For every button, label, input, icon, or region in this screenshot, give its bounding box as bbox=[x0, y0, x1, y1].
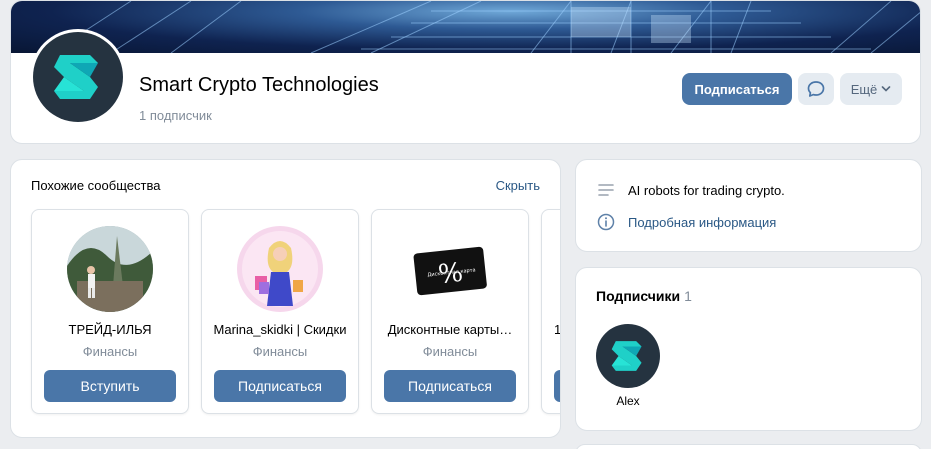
community-category: Финансы bbox=[82, 344, 138, 359]
similar-communities: Похожие сообщества Скрыть ТРЕЙД-ИЛЬЯ Фин… bbox=[10, 159, 561, 438]
members-count: 1 bbox=[684, 288, 692, 304]
community-name[interactable]: Marina_skidki | Скидки bbox=[210, 322, 350, 337]
join-button[interactable]: Вступить bbox=[44, 370, 176, 402]
subscribe-community-button[interactable] bbox=[554, 370, 560, 402]
similar-title: Похожие сообщества bbox=[31, 178, 161, 193]
member-item[interactable]: Alex bbox=[596, 324, 660, 408]
chevron-down-icon bbox=[881, 86, 891, 92]
community-avatar[interactable] bbox=[237, 226, 323, 312]
hide-link[interactable]: Скрыть bbox=[496, 178, 540, 193]
group-description: AI robots for trading crypto. bbox=[628, 182, 785, 198]
smart-crypto-logo-icon bbox=[611, 341, 642, 371]
message-button[interactable] bbox=[798, 73, 834, 105]
menu-lines-icon bbox=[596, 180, 616, 200]
subscribe-community-button[interactable]: Подписаться bbox=[214, 370, 346, 402]
community-category: Финансы bbox=[252, 344, 308, 359]
details-row[interactable]: Подробная информация bbox=[596, 212, 776, 232]
info-circle-icon bbox=[596, 212, 616, 232]
members-block: Подписчики 1 Alex bbox=[575, 267, 922, 431]
community-card[interactable]: 1 bbox=[541, 209, 560, 414]
page-title: Smart Crypto Technologies bbox=[139, 74, 379, 96]
details-link[interactable]: Подробная информация bbox=[628, 215, 776, 230]
community-name[interactable]: ТРЕЙД-ИЛЬЯ bbox=[40, 322, 180, 337]
members-title-label: Подписчики bbox=[596, 288, 681, 304]
description-row: AI robots for trading crypto. bbox=[596, 180, 785, 200]
subscriber-count[interactable]: 1 подписчик bbox=[139, 108, 212, 123]
community-avatar[interactable]: % Дисконтная карта bbox=[407, 226, 493, 312]
avatar[interactable] bbox=[596, 324, 660, 388]
members-title[interactable]: Подписчики 1 bbox=[596, 288, 692, 304]
chat-bubble-icon bbox=[807, 81, 825, 97]
group-info: AI robots for trading crypto. Подробная … bbox=[575, 159, 922, 252]
cover-image bbox=[11, 1, 920, 53]
community-name[interactable]: 1 bbox=[554, 322, 560, 337]
more-button[interactable]: Ещё bbox=[840, 73, 902, 105]
community-card[interactable]: Marina_skidki | Скидки Финансы Подписать… bbox=[201, 209, 359, 414]
smart-crypto-logo-icon bbox=[54, 55, 98, 99]
next-block-edge bbox=[575, 444, 922, 449]
member-name[interactable]: Alex bbox=[596, 394, 660, 408]
community-avatar[interactable] bbox=[67, 226, 153, 312]
community-card[interactable]: ТРЕЙД-ИЛЬЯ Финансы Вступить bbox=[31, 209, 189, 414]
subscribe-community-button[interactable]: Подписаться bbox=[384, 370, 516, 402]
community-card[interactable]: % Дисконтная карта Дисконтные карты… Фин… bbox=[371, 209, 529, 414]
subscribe-button[interactable]: Подписаться bbox=[682, 73, 792, 105]
group-header: Smart Crypto Technologies 1 подписчик По… bbox=[10, 0, 921, 144]
community-category: Финансы bbox=[422, 344, 478, 359]
group-avatar[interactable] bbox=[30, 29, 126, 125]
more-label: Ещё bbox=[850, 81, 878, 97]
community-name[interactable]: Дисконтные карты… bbox=[380, 322, 520, 337]
